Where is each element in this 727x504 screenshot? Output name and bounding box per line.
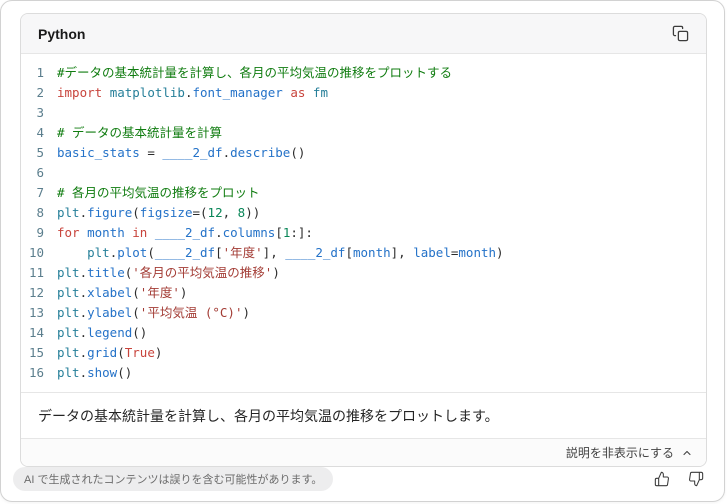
code-line: 6	[21, 163, 706, 183]
line-content: plt.legend()	[57, 325, 148, 340]
code-editor: 1 #データの基本統計量を計算し、各月の平均気温の推移をプロットする 2 import…	[21, 54, 706, 392]
line-content: for month in ____2_df.columns[1:]:	[57, 225, 313, 240]
code-line: 15 plt.grid(True)	[21, 343, 706, 363]
code-block-header: Python	[21, 14, 706, 54]
line-content: plt.xlabel('年度')	[57, 285, 188, 300]
code-line: 11 plt.title('各月の平均気温の推移')	[21, 263, 706, 283]
line-number: 16	[28, 365, 44, 380]
hide-explanation-label: 説明を非表示にする	[565, 446, 674, 460]
line-number: 5	[36, 145, 44, 160]
line-number: 7	[36, 185, 44, 200]
thumbs-down-button[interactable]	[682, 465, 710, 493]
code-line: 12 plt.xlabel('年度')	[21, 283, 706, 303]
code-line: 1 #データの基本統計量を計算し、各月の平均気温の推移をプロットする	[21, 63, 706, 83]
response-card: Python 1 #データの基本統計量を計算し、各月の平均気温の推移をプロットする…	[0, 0, 725, 502]
line-content: plt.ylabel('平均気温 (°C)')	[57, 305, 251, 320]
copy-icon	[672, 25, 689, 42]
line-number: 11	[28, 265, 44, 280]
code-block: Python 1 #データの基本統計量を計算し、各月の平均気温の推移をプロットする…	[20, 13, 707, 467]
line-number: 1	[36, 65, 44, 80]
line-number: 3	[36, 105, 44, 120]
ai-disclaimer: AI で生成されたコンテンツは誤りを含む可能性があります。	[13, 467, 334, 491]
line-content: basic_stats = ____2_df.describe()	[57, 145, 306, 160]
code-line: 2 import matplotlib.font_manager as fm	[21, 83, 706, 103]
line-number: 4	[36, 125, 44, 140]
line-content: plt.show()	[57, 365, 133, 380]
copy-button[interactable]	[666, 20, 694, 48]
code-line: 5 basic_stats = ____2_df.describe()	[21, 143, 706, 163]
line-content: plt.grid(True)	[57, 345, 163, 360]
line-content	[44, 103, 65, 123]
line-number: 9	[36, 225, 44, 240]
line-content	[44, 163, 65, 183]
thumbs-up-button[interactable]	[648, 465, 676, 493]
thumbs-down-icon	[688, 471, 704, 487]
hide-explanation-toggle[interactable]: 説明を非表示にする	[21, 438, 706, 466]
code-line: 16 plt.show()	[21, 363, 706, 383]
thumbs-up-icon	[654, 471, 670, 487]
feedback-buttons	[648, 465, 710, 493]
line-content: plt.figure(figsize=(12, 8))	[57, 205, 261, 220]
code-lines: 1 #データの基本統計量を計算し、各月の平均気温の推移をプロットする 2 import…	[21, 63, 706, 383]
line-number: 12	[28, 285, 44, 300]
line-content: import matplotlib.font_manager as fm	[57, 85, 328, 100]
line-number: 10	[28, 245, 44, 260]
code-line: 7 # 各月の平均気温の推移をプロット	[21, 183, 706, 203]
line-content: plt.plot(____2_df['年度'], ____2_df[month]…	[87, 245, 504, 260]
line-number: 6	[36, 165, 44, 180]
code-line: 10 plt.plot(____2_df['年度'], ____2_df[mon…	[21, 243, 706, 263]
line-number: 8	[36, 205, 44, 220]
language-label: Python	[38, 25, 86, 42]
line-number: 15	[28, 345, 44, 360]
code-line: 13 plt.ylabel('平均気温 (°C)')	[21, 303, 706, 323]
code-line: 14 plt.legend()	[21, 323, 706, 343]
code-caption: データの基本統計量を計算し、各月の平均気温の推移をプロットします。	[21, 392, 706, 438]
line-content: # データの基本統計量を計算	[57, 125, 223, 140]
line-number: 14	[28, 325, 44, 340]
code-line: 8 plt.figure(figsize=(12, 8))	[21, 203, 706, 223]
code-line: 9 for month in ____2_df.columns[1:]:	[21, 223, 706, 243]
code-line: 4 # データの基本統計量を計算	[21, 123, 706, 143]
line-content: # 各月の平均気温の推移をプロット	[57, 185, 260, 200]
chevron-up-icon	[681, 447, 693, 459]
line-content: #データの基本統計量を計算し、各月の平均気温の推移をプロットする	[57, 65, 453, 80]
line-number: 13	[28, 305, 44, 320]
line-content: plt.title('各月の平均気温の推移')	[57, 265, 280, 280]
card-bottom-bar: AI で生成されたコンテンツは誤りを含む可能性があります。	[13, 465, 710, 493]
line-number: 2	[36, 85, 44, 100]
code-line: 3	[21, 103, 706, 123]
